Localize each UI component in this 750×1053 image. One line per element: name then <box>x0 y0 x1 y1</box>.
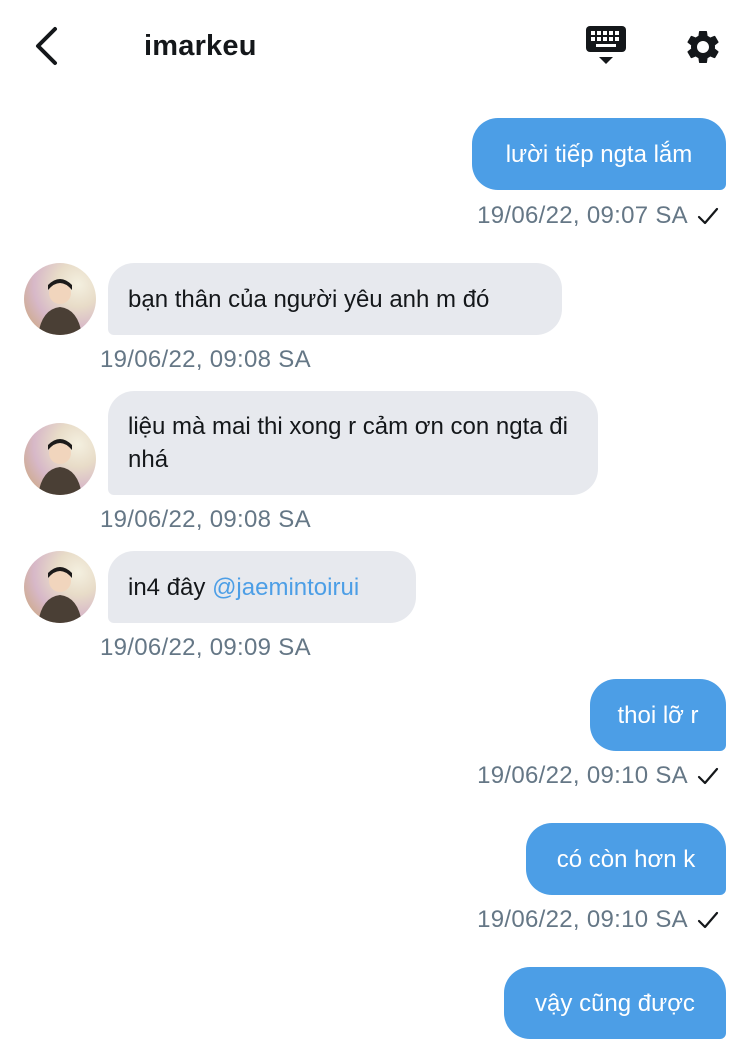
conversation-header: imarkeu <box>0 0 750 92</box>
timestamp-text: 19/06/22, 09:07 SA <box>477 202 688 229</box>
message-timestamp: 19/06/22, 09:07 SA <box>477 200 722 232</box>
message-text-prefix: in4 đây <box>128 573 213 601</box>
checkmark-icon <box>696 203 722 229</box>
message-text: in4 đây @jaemintoirui <box>128 571 359 604</box>
message-bubble-incoming[interactable]: bạn thân của người yêu anh m đó <box>108 263 562 335</box>
chevron-left-icon <box>36 27 57 65</box>
avatar[interactable] <box>24 263 96 335</box>
message-bubble-outgoing[interactable]: thoi lỡ r <box>590 679 726 751</box>
message-text: liệu mà mai thi xong r cảm ơn con ngta đ… <box>128 413 568 473</box>
avatar[interactable] <box>24 423 96 495</box>
message-timestamp: 19/06/22, 09:08 SA <box>100 506 311 533</box>
message-text: vậy cũng được <box>535 989 695 1017</box>
message-bubble-outgoing[interactable]: có còn hơn k <box>526 823 726 895</box>
mention-link[interactable]: @jaemintoirui <box>212 574 359 601</box>
keyboard-button[interactable] <box>582 24 630 72</box>
settings-button[interactable] <box>680 24 726 70</box>
checkmark-icon <box>696 907 722 933</box>
message-text: bạn thân của người yêu anh m đó <box>128 285 490 313</box>
keyboard-icon <box>586 26 626 64</box>
message-bubble-outgoing[interactable]: vậy cũng được <box>504 967 726 1039</box>
timestamp-text: 19/06/22, 09:10 SA <box>477 762 688 789</box>
message-timestamp: 19/06/22, 09:08 SA <box>100 346 311 373</box>
gear-icon <box>687 30 719 63</box>
message-bubble-incoming[interactable]: liệu mà mai thi xong r cảm ơn con ngta đ… <box>108 391 598 495</box>
conversation-title[interactable]: imarkeu <box>144 26 257 66</box>
message-text: thoi lỡ r <box>617 701 699 729</box>
message-timestamp: 19/06/22, 09:10 SA <box>477 904 722 936</box>
message-timestamp: 19/06/22, 09:10 SA <box>477 760 722 792</box>
message-bubble-incoming[interactable]: in4 đây @jaemintoirui <box>108 551 416 623</box>
message-text: có còn hơn k <box>556 845 696 873</box>
timestamp-text: 19/06/22, 09:10 SA <box>477 906 688 933</box>
avatar[interactable] <box>24 551 96 623</box>
checkmark-icon <box>696 763 722 789</box>
message-text: lười tiếp ngta lắm <box>505 140 693 168</box>
back-button[interactable] <box>24 22 68 70</box>
message-timestamp: 19/06/22, 09:09 SA <box>100 634 311 661</box>
message-bubble-outgoing[interactable]: lười tiếp ngta lắm <box>472 118 726 190</box>
dm-conversation-screen: imarkeu lười tiếp ngta lắm 19/06/22, 09:… <box>0 0 750 1053</box>
